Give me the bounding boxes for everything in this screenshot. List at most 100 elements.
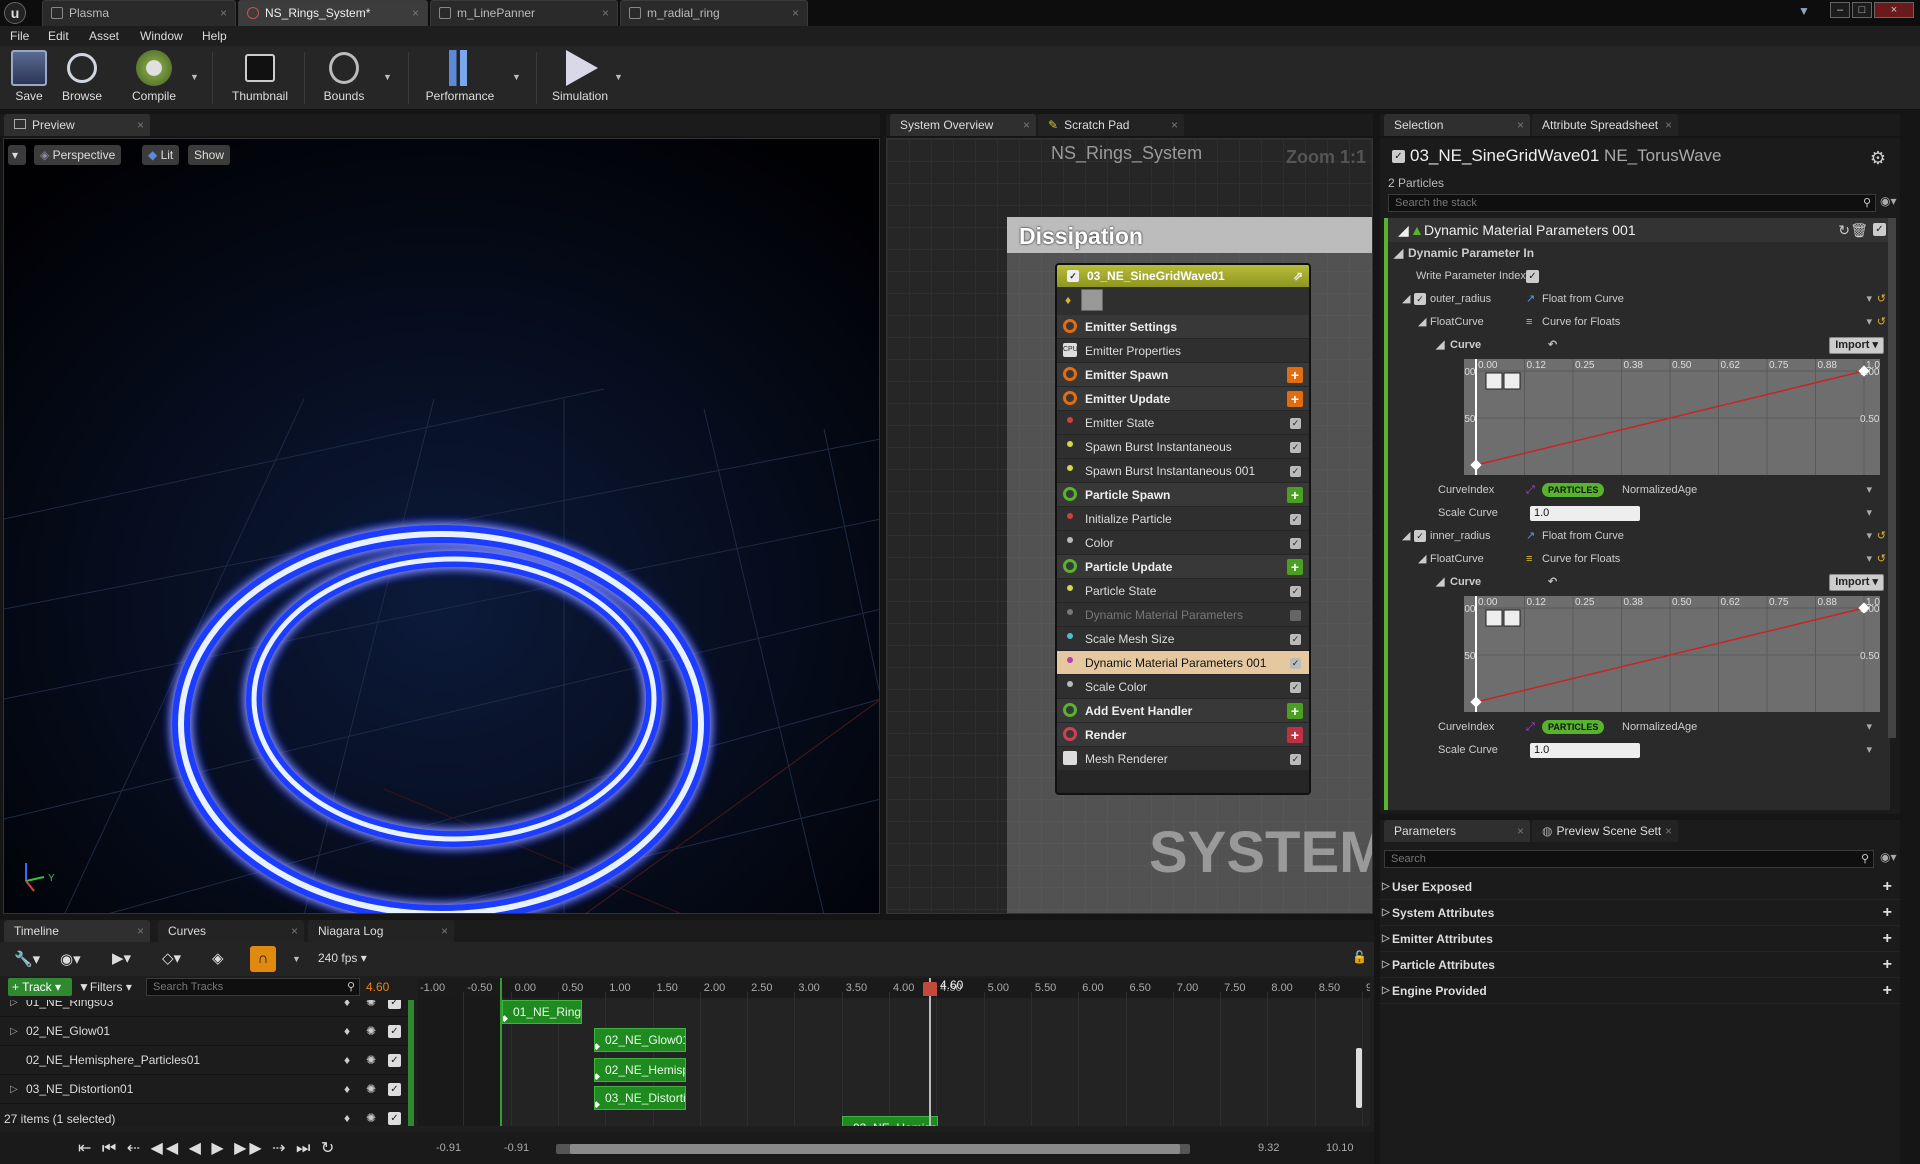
import-button[interactable]: Import ▾ (1829, 574, 1884, 591)
emitter-clip[interactable]: ◆ 02_NE_Hemisp (594, 1058, 686, 1082)
key-diamond-icon[interactable]: ◆ (503, 1007, 508, 1023)
isolate-icon[interactable]: ✺ (366, 1104, 376, 1126)
dropdown-arrow-icon[interactable]: ▾ (1866, 502, 1872, 525)
expand-arrow-icon[interactable]: ▷ (10, 1075, 18, 1104)
tab-timeline[interactable]: Timeline × (4, 920, 150, 942)
close-icon[interactable]: × (1517, 820, 1524, 842)
playback-options-icon[interactable]: ▶▾ (112, 949, 131, 967)
add-module-button[interactable]: + (1287, 559, 1303, 575)
module-enable-checkbox[interactable]: ✓ (1290, 418, 1301, 429)
fit-horizontal-button[interactable] (1485, 372, 1503, 390)
close-icon[interactable]: × (1665, 820, 1672, 842)
add-module-button[interactable]: + (1287, 367, 1303, 383)
open-emitter-icon[interactable]: ⇗ (1293, 265, 1303, 287)
expand-arrow-icon[interactable]: ▷ (1382, 900, 1390, 926)
parameter-row[interactable]: ◢ ✓ outer_radius ↗ Float from Curve ▾ ↺ (1388, 288, 1890, 311)
track-enabled-checkbox[interactable]: ✓ (388, 1112, 401, 1125)
module-enable-checkbox[interactable]: ✓ (1290, 754, 1301, 765)
track-enabled-checkbox[interactable]: ✓ (388, 1000, 401, 1009)
close-icon[interactable]: × (1171, 114, 1178, 136)
track-enabled-checkbox[interactable]: ✓ (388, 1025, 401, 1038)
write-parameter-index-checkbox[interactable]: ✓ (1526, 270, 1539, 283)
tab-m-linepanner[interactable]: m_LinePanner × (430, 0, 618, 26)
curveindex-value[interactable]: NormalizedAge (1622, 716, 1697, 739)
emitter-enable-checkbox[interactable]: ✓ (1067, 270, 1079, 282)
bounds-options-dropdown[interactable]: ▼ (383, 72, 392, 82)
parameter-enabled-checkbox[interactable]: ✓ (1414, 293, 1426, 305)
thumbnail-button[interactable]: Thumbnail (228, 50, 292, 106)
close-icon[interactable]: × (792, 1, 799, 25)
curve-editor[interactable]: 0.000.120.250.380.500.620.750.881.001.00… (1388, 594, 1890, 716)
parameter-enabled-checkbox[interactable]: ✓ (1414, 530, 1426, 542)
module-enabled-checkbox[interactable]: ✓ (1873, 223, 1886, 236)
floatcurve-value[interactable]: Curve for Floats (1542, 548, 1620, 571)
dynamic-parameter-group[interactable]: ◢ Dynamic Parameter In (1388, 242, 1890, 265)
minimize-button[interactable]: – (1830, 2, 1850, 18)
stack-item[interactable]: Render + (1057, 723, 1309, 747)
playhead-handle[interactable] (923, 982, 937, 996)
view-eye-icon[interactable]: ◉▾ (60, 950, 81, 968)
fps-dropdown[interactable]: 240 fps ▾ (318, 951, 367, 965)
parameter-category[interactable]: ▷ Particle Attributes + (1380, 952, 1900, 978)
add-parameter-button[interactable]: + (1883, 952, 1892, 978)
import-button[interactable]: Import ▾ (1829, 337, 1884, 354)
browse-button[interactable]: Browse (58, 50, 106, 106)
stack-item[interactable]: Particle Update + (1057, 555, 1309, 579)
module-enable-checkbox[interactable] (1290, 610, 1301, 621)
performance-options-dropdown[interactable]: ▼ (512, 72, 521, 82)
stack-item[interactable]: Initialize Particle ✓ (1057, 507, 1309, 531)
module-enable-checkbox[interactable]: ✓ (1290, 682, 1301, 693)
refresh-icon[interactable]: ↻ (1838, 218, 1850, 242)
stack-item[interactable]: Particle Spawn + (1057, 483, 1309, 507)
add-module-button[interactable]: + (1287, 487, 1303, 503)
parameter-category[interactable]: ▷ User Exposed + (1380, 874, 1900, 900)
notification-icon[interactable]: ▼ (1798, 4, 1814, 18)
add-parameter-button[interactable]: + (1883, 978, 1892, 1004)
system-overview-graph[interactable]: NS_Rings_System Zoom 1:1 Dissipation SYS… (886, 138, 1373, 914)
key-diamond-icon[interactable]: ◆ (843, 1123, 848, 1126)
stack-item[interactable]: Spawn Burst Instantaneous 001 ✓ (1057, 459, 1309, 483)
curve-row[interactable]: ◢ Curve ↶ Import ▾ (1388, 334, 1890, 357)
expand-arrow-icon[interactable]: ▷ (1382, 952, 1390, 978)
view-range-start[interactable]: -0.91 (436, 1142, 461, 1154)
isolate-icon[interactable]: ✺ (366, 1075, 376, 1104)
stack-item[interactable]: Dynamic Material Parameters 001 ✓ (1057, 651, 1309, 675)
stack-item[interactable]: Particle State ✓ (1057, 579, 1309, 603)
visibility-eye-icon[interactable]: ◉▾ (1880, 194, 1897, 208)
parameter-row[interactable]: ◢ ✓ inner_radius ↗ Float from Curve ▾ ↺ (1388, 525, 1890, 548)
menu-asset[interactable]: Asset (89, 26, 119, 46)
close-icon[interactable]: × (291, 920, 298, 942)
expand-arrow-icon[interactable]: ▷ (1382, 874, 1390, 900)
sequencer-scrollbar[interactable] (1356, 1048, 1362, 1108)
tab-niagara-log[interactable]: Niagara Log × (308, 920, 454, 942)
save-button[interactable]: Save (8, 50, 50, 106)
filters-button[interactable]: ▼Filters ▾ (78, 978, 142, 996)
perspective-button[interactable]: ◈ Perspective (34, 145, 122, 165)
key-diamond-icon[interactable]: ◆ (595, 1093, 600, 1109)
track-row[interactable]: ▷ 01_NE_Rings03 ♦ ✺ ✓ (0, 1000, 408, 1017)
time-ruler[interactable]: -1.00 -0.50 0.00 0.50 1.00 1.50 2.00 2.50 3.00 3.… (418, 978, 1370, 998)
parameters-search-input[interactable]: Search ⚲ (1384, 850, 1874, 868)
track-row[interactable]: 02_NE_Hemisphere_Particles01 ♦ ✺ ✓ (0, 1046, 408, 1075)
tab-preview-scene-settings[interactable]: ◍ Preview Scene Sett × (1532, 820, 1678, 842)
working-range-start[interactable]: -0.91 (504, 1142, 529, 1154)
simulation-options-dropdown[interactable]: ▼ (614, 72, 623, 82)
curve-key[interactable] (1470, 696, 1482, 708)
close-icon[interactable]: × (137, 920, 144, 942)
collapse-arrow-icon[interactable]: ◢ (1418, 311, 1426, 334)
close-icon[interactable]: × (1517, 114, 1524, 136)
tab-plasma[interactable]: Plasma × (42, 0, 236, 26)
close-icon[interactable]: × (412, 1, 419, 25)
expand-arrow-icon[interactable]: ▷ (1382, 926, 1390, 952)
stack-item[interactable]: Emitter Spawn + (1057, 363, 1309, 387)
reset-icon[interactable]: ↺ (1877, 548, 1886, 571)
simulation-button[interactable]: Simulation (548, 50, 612, 106)
emitter-enabled-checkbox[interactable]: ✓ (1392, 150, 1405, 163)
maximize-button[interactable]: □ (1852, 2, 1872, 18)
tab-selection[interactable]: Selection × (1384, 114, 1530, 136)
delete-icon[interactable]: 🗑 (1850, 218, 1868, 242)
menu-edit[interactable]: Edit (48, 26, 69, 46)
current-time-readout[interactable]: 4.60 (366, 980, 389, 994)
preview-viewport[interactable]: Y ▾ ◈ Perspective ◆ Lit Show (3, 138, 880, 914)
close-icon[interactable]: × (441, 920, 448, 942)
